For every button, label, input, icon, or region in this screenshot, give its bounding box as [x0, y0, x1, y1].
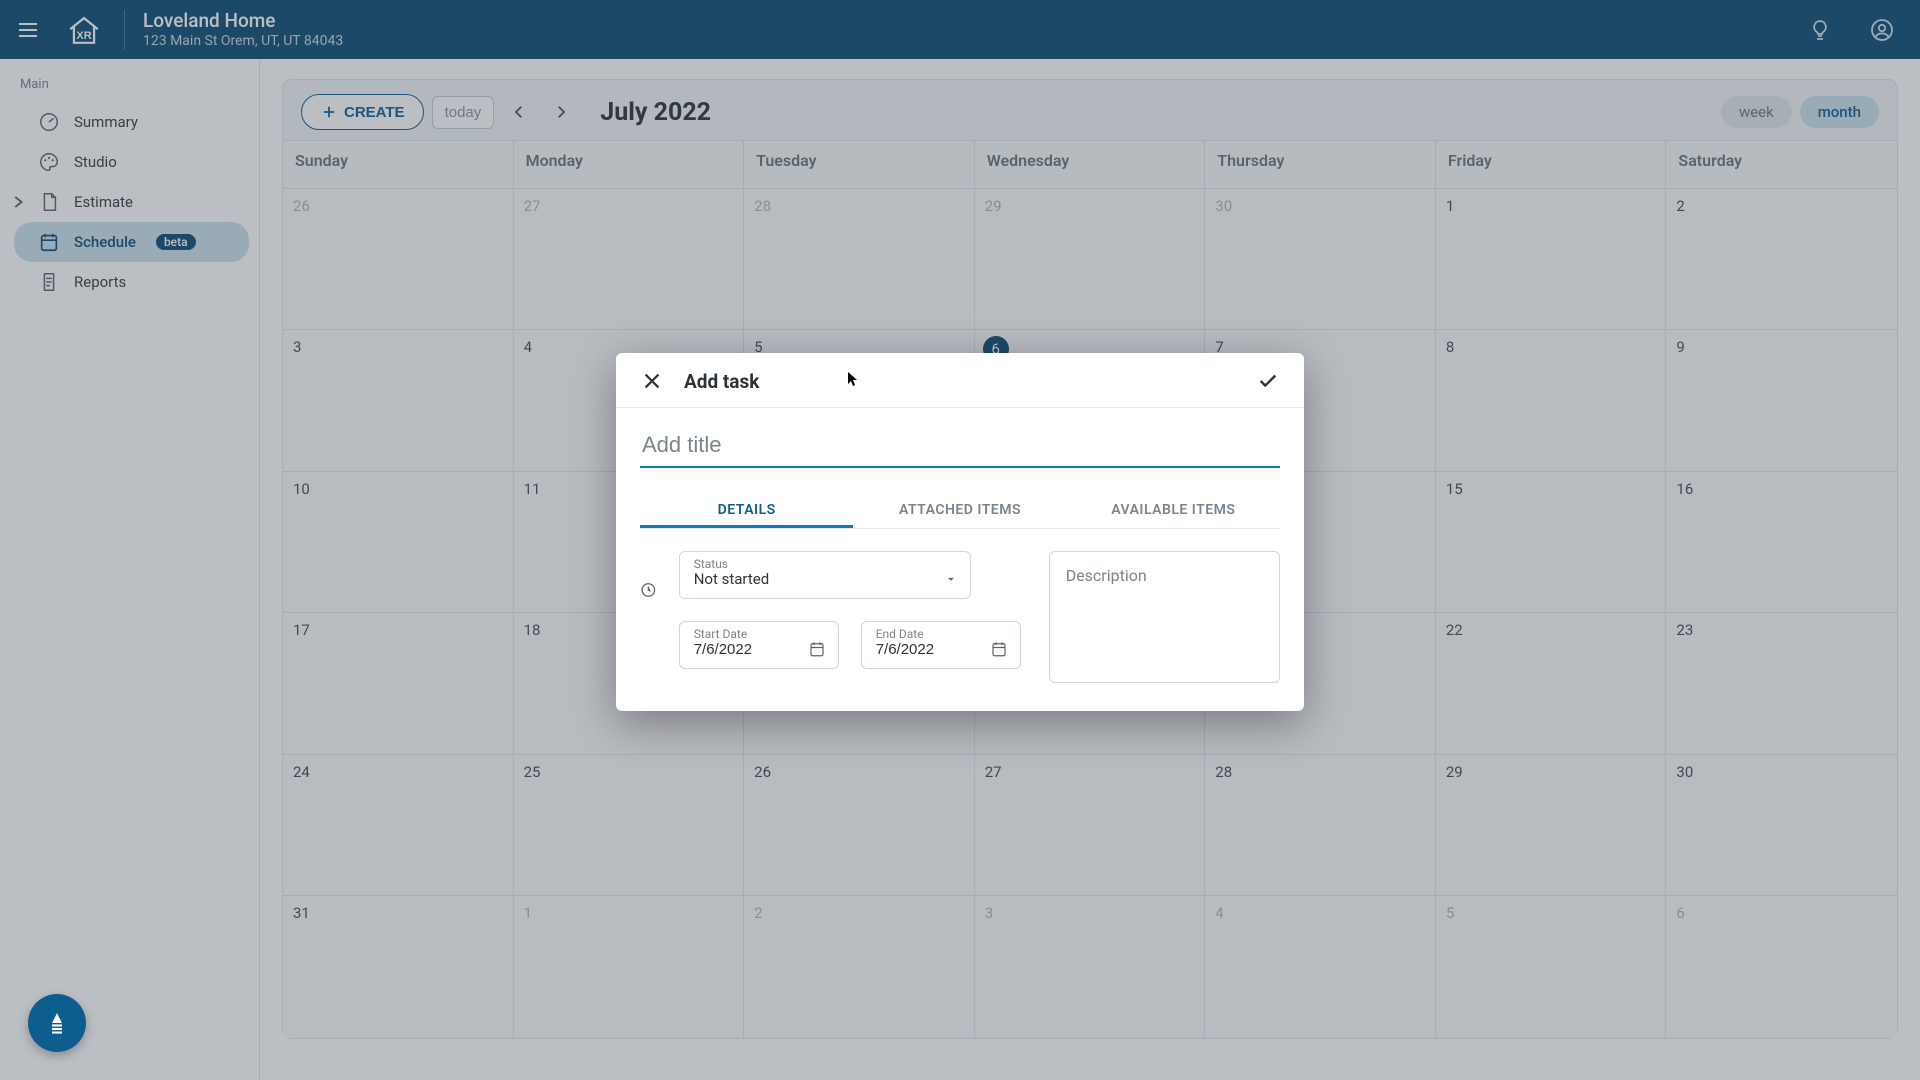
- pointer-cursor-icon: [847, 371, 859, 387]
- close-button[interactable]: [638, 367, 666, 395]
- status-select[interactable]: Status Not started: [679, 551, 971, 599]
- modal-header: Add task: [616, 353, 1304, 408]
- chevron-down-icon: [944, 572, 958, 586]
- tab-available-items[interactable]: AVAILABLE ITEMS: [1067, 492, 1280, 528]
- modal-overlay[interactable]: Add task DETAILS ATTACHED ITEMS AVAILABL…: [0, 0, 1920, 1080]
- cursor-icon: [847, 371, 859, 391]
- modal-title: Add task: [684, 370, 759, 393]
- status-value: Not started: [694, 570, 944, 588]
- status-label: Status: [694, 557, 728, 571]
- end-date-input[interactable]: [876, 641, 978, 658]
- help-fab[interactable]: [28, 994, 86, 1052]
- task-title-input[interactable]: [640, 426, 1280, 468]
- description-input[interactable]: Description: [1049, 551, 1280, 683]
- tab-details[interactable]: DETAILS: [640, 492, 853, 528]
- end-date-label: End Date: [876, 627, 924, 641]
- calendar-icon: [808, 640, 826, 658]
- confirm-button[interactable]: [1254, 367, 1282, 395]
- close-icon: [641, 370, 663, 392]
- end-date-field[interactable]: End Date: [861, 621, 1021, 669]
- add-task-modal: Add task DETAILS ATTACHED ITEMS AVAILABL…: [616, 353, 1304, 711]
- check-icon: [1257, 370, 1279, 392]
- start-date-field[interactable]: Start Date: [679, 621, 839, 669]
- description-placeholder: Description: [1066, 566, 1263, 585]
- calendar-icon: [990, 640, 1008, 658]
- start-date-input[interactable]: [694, 641, 796, 658]
- clock-icon: [640, 579, 657, 601]
- beacon-icon: [40, 1006, 74, 1040]
- tab-attached-items[interactable]: ATTACHED ITEMS: [853, 492, 1066, 528]
- start-date-label: Start Date: [694, 627, 748, 641]
- modal-tabs: DETAILS ATTACHED ITEMS AVAILABLE ITEMS: [640, 492, 1280, 529]
